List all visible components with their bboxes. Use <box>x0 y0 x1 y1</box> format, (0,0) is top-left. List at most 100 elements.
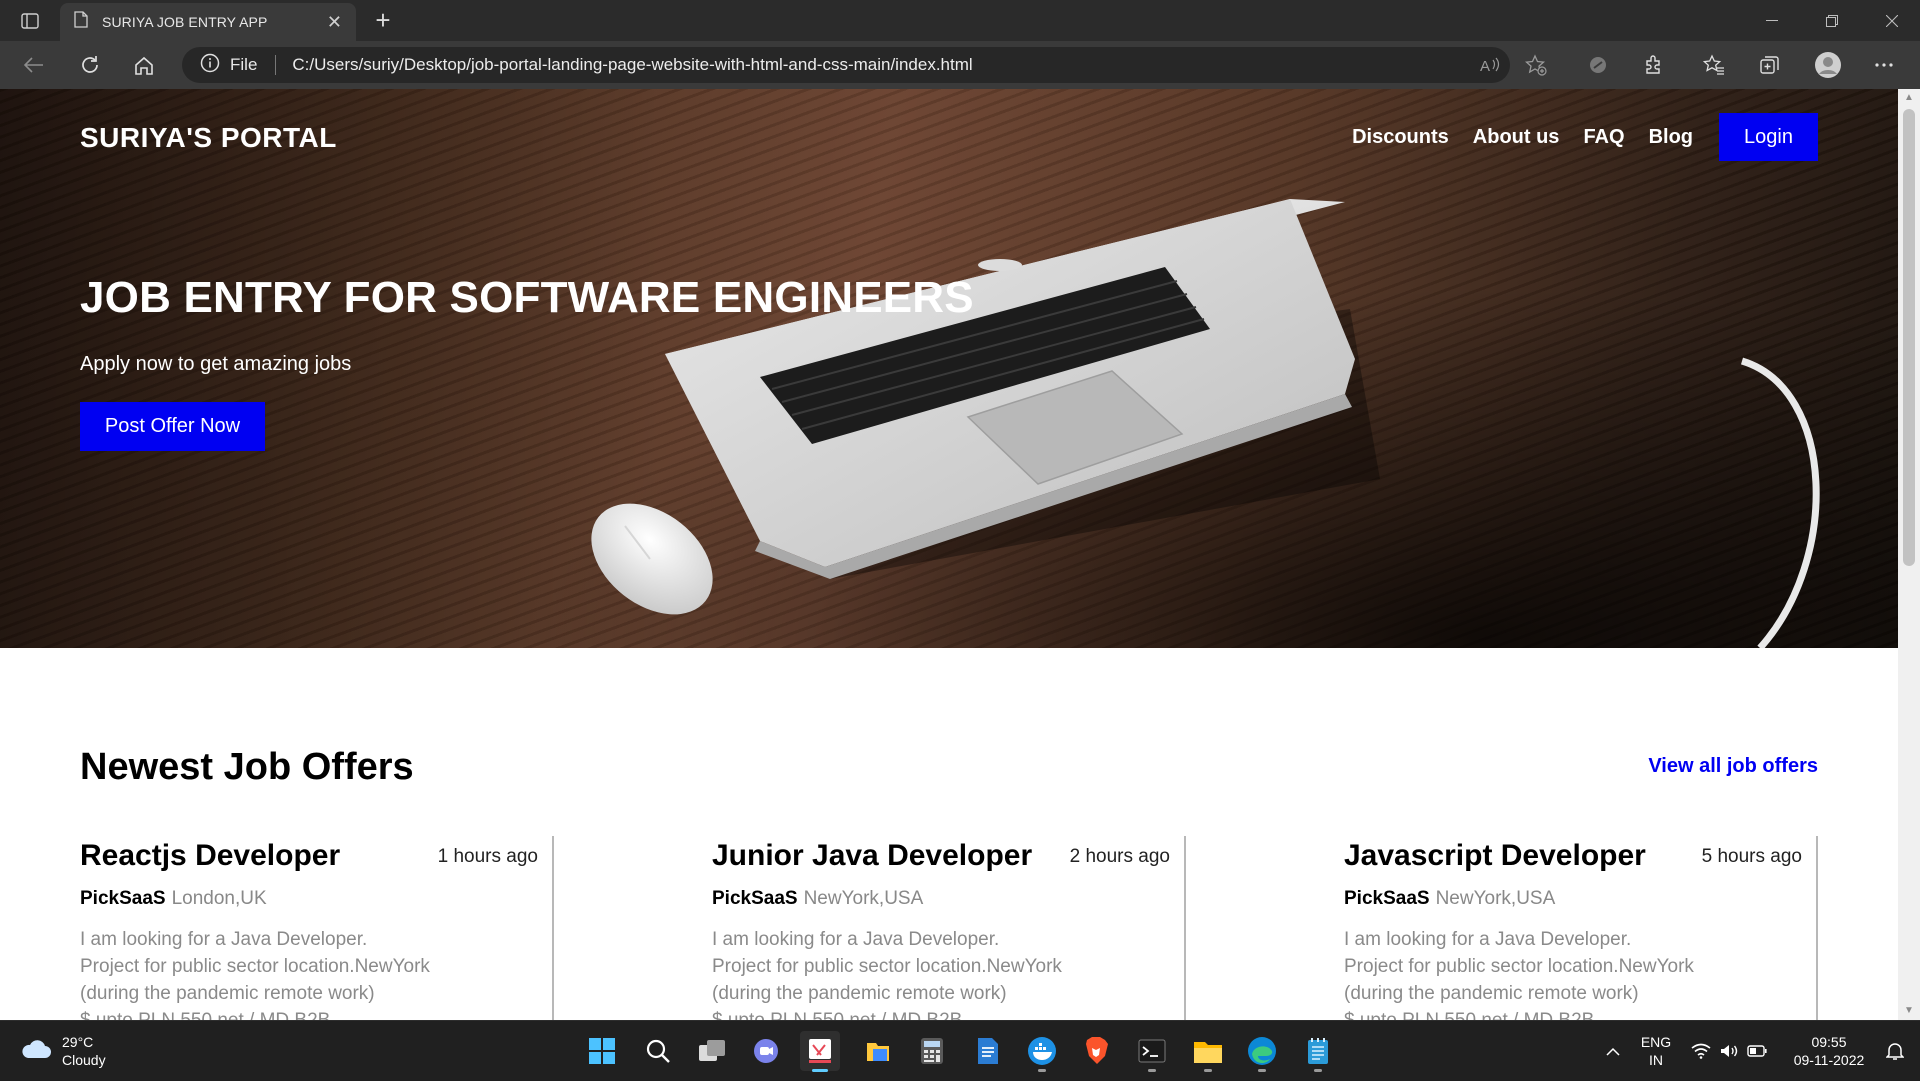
start-icon[interactable] <box>582 1031 622 1071</box>
company-name: PickSaaS <box>712 888 798 909</box>
edge-browser-icon[interactable] <box>1242 1031 1282 1072</box>
wifi-icon[interactable] <box>1688 1021 1714 1081</box>
job-description-line: Project for public sector location.NewYo… <box>1344 956 1694 977</box>
close-tab-icon[interactable]: ✕ <box>327 12 342 33</box>
browser-tab[interactable]: SURIYA JOB ENTRY APP ✕ <box>60 3 356 41</box>
job-title[interactable]: Reactjs Developer <box>80 839 340 873</box>
job-description-line: Project for public sector location.NewYo… <box>712 956 1062 977</box>
docker-icon[interactable] <box>1022 1031 1062 1072</box>
file-explorer-icon[interactable] <box>1188 1031 1228 1072</box>
job-card[interactable]: Junior Java Developer 2 hours ago PickSa… <box>712 836 1186 1020</box>
job-description-line: I am looking for a Java Developer. <box>80 929 368 950</box>
job-location: London,UK <box>171 888 267 909</box>
nav-about-us[interactable]: About us <box>1473 126 1560 149</box>
company-name: PickSaaS <box>80 888 166 909</box>
job-posted-time: 2 hours ago <box>1069 846 1170 867</box>
job-title[interactable]: Javascript Developer <box>1344 839 1646 873</box>
tab-title: SURIYA JOB ENTRY APP <box>102 14 268 30</box>
minimize-icon[interactable] <box>1742 0 1802 41</box>
nav-faq[interactable]: FAQ <box>1583 126 1624 149</box>
notification-icon[interactable] <box>1878 1021 1912 1081</box>
snipping-tool-icon[interactable] <box>800 1031 840 1072</box>
profile-avatar[interactable] <box>1812 51 1844 79</box>
new-tab-button[interactable]: + <box>368 6 398 36</box>
brand-logo[interactable]: SURIYA'S PORTAL <box>80 122 337 154</box>
browser-tab-bar: SURIYA JOB ENTRY APP ✕ + <box>0 0 1920 41</box>
job-card[interactable]: Reactjs Developer 1 hours ago PickSaaS Lo… <box>80 836 554 1020</box>
favorites-icon[interactable] <box>1698 51 1730 79</box>
scroll-down-icon[interactable]: ▼ <box>1904 1006 1914 1016</box>
running-indicator <box>1314 1069 1322 1072</box>
page-icon <box>74 11 88 33</box>
url-divider <box>275 55 277 75</box>
tab-actions-icon[interactable] <box>14 9 46 33</box>
job-salary: $ upto PLN 550 net / MD B2B <box>80 1007 500 1020</box>
home-icon[interactable] <box>128 51 160 79</box>
url-scheme-label: File <box>230 55 258 74</box>
job-description-line: (during the pandemic remote work) <box>1344 983 1639 1004</box>
hero-title: JOB ENTRY FOR SOFTWARE ENGINEERS <box>80 273 974 322</box>
weather-widget[interactable]: 29°C Cloudy <box>20 1033 106 1069</box>
job-description: I am looking for a Java Developer. Proje… <box>1344 926 1764 1020</box>
calculator-icon[interactable] <box>912 1031 952 1071</box>
running-indicator <box>1204 1069 1212 1072</box>
clock[interactable]: 09:55 09-11-2022 <box>1780 1021 1878 1081</box>
job-salary: $ upto PLN 550 net / MD B2B <box>1344 1007 1764 1020</box>
active-indicator <box>812 1069 828 1072</box>
hero-section: SURIYA'S PORTAL Discounts About us FAQ B… <box>0 89 1898 648</box>
job-title[interactable]: Junior Java Developer <box>712 839 1032 873</box>
company-name: PickSaaS <box>1344 888 1430 909</box>
task-view-icon[interactable] <box>692 1031 732 1071</box>
post-offer-button[interactable]: Post Offer Now <box>80 402 265 451</box>
back-icon[interactable] <box>18 51 50 79</box>
windows-taskbar: 29°C Cloudy ENG IN 09:55 09-11-2022 <box>0 1020 1920 1080</box>
main-nav: Discounts About us FAQ Blog Login <box>1328 113 1818 161</box>
teams-chat-icon[interactable] <box>746 1031 786 1071</box>
terminal-icon[interactable] <box>1132 1031 1172 1072</box>
view-all-offers-link[interactable]: View all job offers <box>1648 755 1818 778</box>
volume-icon[interactable] <box>1716 1021 1742 1081</box>
job-posted-time: 5 hours ago <box>1701 846 1802 867</box>
job-company: PickSaaS London,UK <box>80 888 267 910</box>
job-description-line: I am looking for a Java Developer. <box>712 929 1000 950</box>
notepad-icon[interactable] <box>968 1031 1008 1071</box>
clock-time: 09:55 <box>1811 1034 1847 1050</box>
favorite-add-icon[interactable] <box>1520 47 1552 83</box>
job-description-line: (during the pandemic remote work) <box>80 983 375 1004</box>
job-posted-time: 1 hours ago <box>437 846 538 867</box>
search-icon[interactable] <box>638 1031 678 1071</box>
notepad-app-icon[interactable] <box>1298 1031 1338 1072</box>
job-card[interactable]: Javascript Developer 5 hours ago PickSaa… <box>1344 836 1818 1020</box>
job-description-line: Project for public sector location.NewYo… <box>80 956 430 977</box>
more-menu-icon[interactable] <box>1868 51 1900 79</box>
cloud-icon <box>20 1038 52 1065</box>
collections-icon[interactable] <box>1754 51 1786 79</box>
extension-icon[interactable] <box>1582 51 1614 79</box>
login-button[interactable]: Login <box>1719 113 1818 161</box>
job-description: I am looking for a Java Developer. Proje… <box>712 926 1132 1020</box>
weather-temperature: 29°C <box>62 1034 94 1050</box>
address-bar[interactable]: File C:/Users/suriy/Desktop/job-portal-l… <box>182 47 1510 83</box>
nav-blog[interactable]: Blog <box>1649 126 1693 149</box>
page-viewport: SURIYA'S PORTAL Discounts About us FAQ B… <box>0 89 1898 1020</box>
close-window-icon[interactable] <box>1862 0 1920 41</box>
extensions-puzzle-icon[interactable] <box>1638 51 1670 79</box>
info-icon[interactable] <box>200 53 220 78</box>
running-indicator <box>1258 1069 1266 1072</box>
read-aloud-icon[interactable]: A <box>1474 47 1506 83</box>
scroll-up-icon[interactable]: ▲ <box>1904 93 1914 103</box>
restore-icon[interactable] <box>1802 0 1862 41</box>
region-code: IN <box>1649 1052 1663 1068</box>
svg-text:A: A <box>1480 58 1490 74</box>
url-text[interactable]: C:/Users/suriy/Desktop/job-portal-landin… <box>292 55 972 75</box>
page-scrollbar[interactable]: ▲ ▼ <box>1898 89 1920 1020</box>
job-location: NewYork,USA <box>1435 888 1556 909</box>
brave-browser-icon[interactable] <box>1076 1031 1116 1071</box>
nav-discounts[interactable]: Discounts <box>1352 126 1449 149</box>
language-indicator[interactable]: ENG IN <box>1630 1021 1682 1081</box>
tray-chevron-up-icon[interactable] <box>1598 1021 1628 1081</box>
sticky-folder-icon[interactable] <box>858 1031 898 1071</box>
battery-icon[interactable] <box>1744 1021 1770 1081</box>
refresh-icon[interactable] <box>74 51 106 79</box>
scrollbar-thumb[interactable] <box>1903 109 1915 566</box>
